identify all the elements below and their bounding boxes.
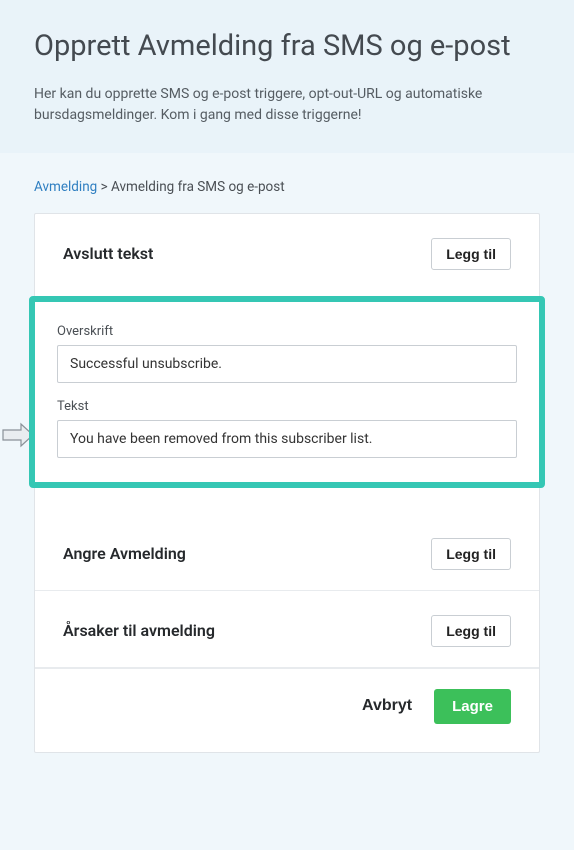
field-group-tekst: Tekst [57, 399, 517, 458]
tekst-input[interactable] [57, 420, 517, 458]
section-arsaker-header: Årsaker til avmelding Legg til [35, 591, 539, 668]
page-description: Her kan du opprette SMS og e-post trigge… [34, 84, 494, 125]
breadcrumb-separator: > [101, 179, 108, 195]
breadcrumb-root-link[interactable]: Avmelding [34, 179, 97, 195]
section-avslutt-header: Avslutt tekst Legg til [35, 214, 539, 290]
page-title: Opprett Avmelding fra SMS og e-post [34, 28, 540, 64]
form-card: Avslutt tekst Legg til Overskrift Tekst … [34, 213, 540, 753]
section-avslutt-title: Avslutt tekst [63, 244, 153, 263]
tekst-label: Tekst [57, 399, 517, 414]
footer-actions: Avbryt Lagre [35, 668, 539, 724]
breadcrumb: Avmelding > Avmelding fra SMS og e-post [34, 179, 540, 195]
add-angre-button[interactable]: Legg til [431, 538, 511, 570]
breadcrumb-current: Avmelding fra SMS og e-post [111, 179, 285, 195]
page-header: Opprett Avmelding fra SMS og e-post Her … [0, 0, 574, 153]
overskrift-label: Overskrift [57, 324, 517, 339]
section-arsaker-title: Årsaker til avmelding [63, 621, 215, 640]
content-region: Avmelding > Avmelding fra SMS og e-post … [0, 153, 574, 753]
add-arsaker-button[interactable]: Legg til [431, 615, 511, 647]
add-avslutt-button[interactable]: Legg til [431, 238, 511, 270]
avslutt-fields-highlight: Overskrift Tekst [29, 296, 545, 488]
save-button[interactable]: Lagre [434, 689, 511, 724]
overskrift-input[interactable] [57, 345, 517, 383]
cancel-button[interactable]: Avbryt [362, 697, 412, 715]
section-angre-title: Angre Avmelding [63, 544, 186, 563]
section-angre-header: Angre Avmelding Legg til [35, 514, 539, 591]
field-group-overskrift: Overskrift [57, 324, 517, 383]
